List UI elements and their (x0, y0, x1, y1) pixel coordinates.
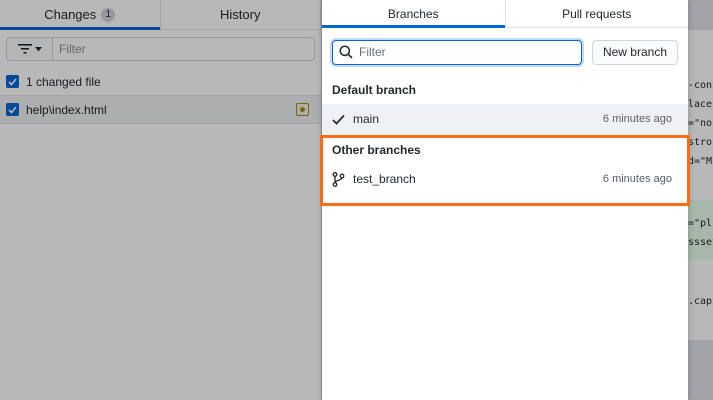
branch-popover-tabs: Branches Pull requests (322, 0, 688, 28)
check-icon (332, 114, 345, 125)
modal-overlay-left[interactable] (0, 0, 322, 400)
branch-name: main (353, 112, 380, 126)
branch-timestamp: 6 minutes ago (602, 113, 672, 125)
search-icon (339, 45, 353, 59)
new-branch-button[interactable]: New branch (591, 39, 678, 65)
tab-pull-requests-label: Pull requests (562, 6, 632, 21)
branch-item-main[interactable]: main 6 minutes ago (322, 104, 688, 134)
tab-pull-requests[interactable]: Pull requests (504, 0, 689, 27)
tab-branches[interactable]: Branches (322, 0, 505, 28)
default-branch-heading: Default branch (332, 83, 417, 97)
branch-filter-input[interactable] (359, 45, 581, 59)
branch-filter-box[interactable] (332, 39, 582, 65)
modal-overlay-right[interactable] (688, 0, 713, 400)
highlight-annotation-box (320, 135, 690, 206)
branch-search-row: New branch (322, 28, 688, 76)
tab-branches-label: Branches (387, 6, 439, 21)
